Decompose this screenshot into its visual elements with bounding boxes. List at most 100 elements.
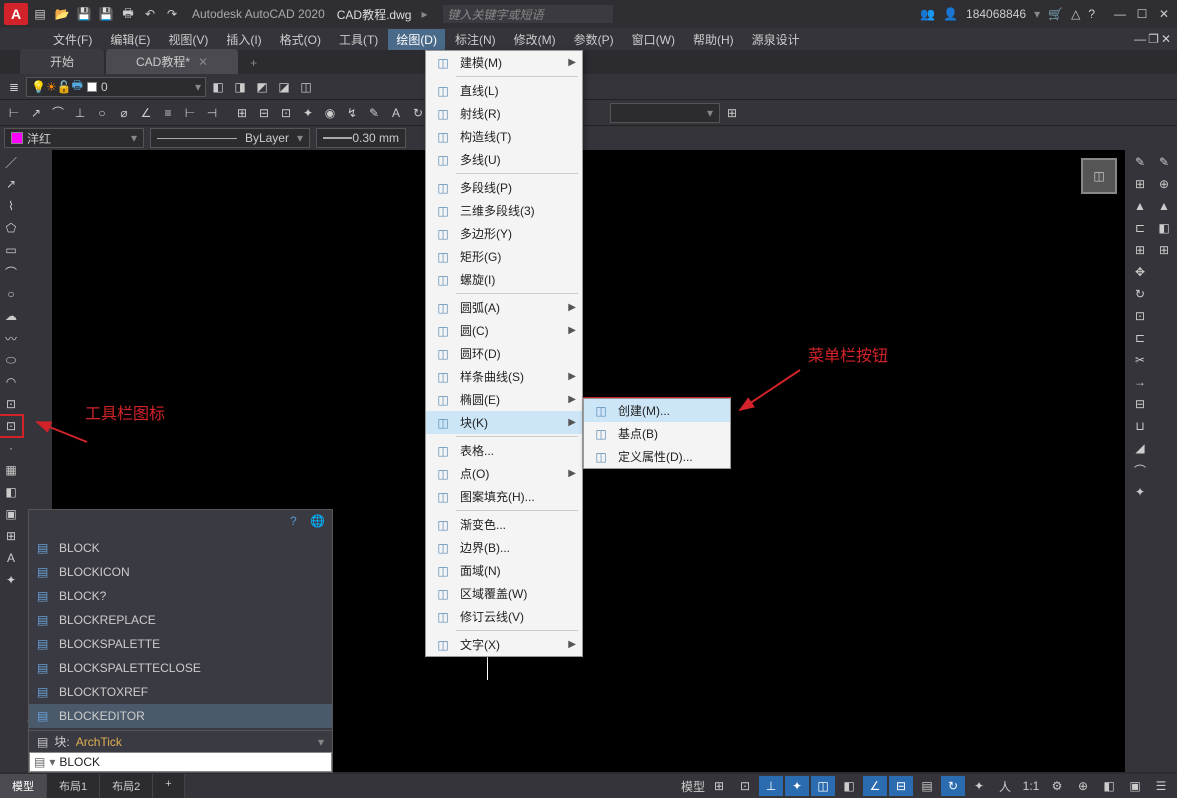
mdi-min-icon[interactable]: — <box>1134 32 1146 46</box>
undo-icon[interactable]: ↶ <box>142 6 158 22</box>
app-icon[interactable]: △ <box>1071 7 1080 21</box>
menu-view[interactable]: 视图(V) <box>160 29 216 50</box>
menu-item[interactable]: ◫圆环(D) <box>426 342 582 365</box>
sb-ortho-icon[interactable]: ⊥ <box>759 776 783 796</box>
menu-item[interactable]: ◫边界(B)... <box>426 536 582 559</box>
sb-3dosnap-icon[interactable]: ◧ <box>837 776 861 796</box>
dim-insp-icon[interactable]: ◉ <box>320 103 340 123</box>
cmd-suggestion[interactable]: ▤BLOCKICON <box>29 560 332 584</box>
layer-btn2[interactable]: ◨ <box>230 77 250 97</box>
sb-hw-icon[interactable]: ◧ <box>1097 776 1121 796</box>
cmd-help-icon[interactable]: ? <box>290 514 306 530</box>
extend-icon[interactable]: → <box>1129 372 1151 392</box>
saveas-icon[interactable]: 💾 <box>98 6 114 22</box>
dim-cont-icon[interactable]: ⊣ <box>202 103 222 123</box>
hatch-icon[interactable]: ▦ <box>0 460 22 480</box>
table-icon[interactable]: ⊞ <box>0 526 22 546</box>
rotate-icon[interactable]: ↻ <box>1129 284 1151 304</box>
dim-style-icon[interactable]: ⊞ <box>722 103 742 123</box>
menu-draw[interactable]: 绘图(D) <box>388 29 445 50</box>
menu-item[interactable]: ◫直线(L) <box>426 79 582 102</box>
erase-icon[interactable]: ✎ <box>1129 152 1151 172</box>
sb-gear-icon[interactable]: ⚙ <box>1045 776 1069 796</box>
sb-tab-add[interactable]: + <box>153 774 184 798</box>
layer-props-icon[interactable]: ≣ <box>4 77 24 97</box>
menu-item[interactable]: ◫螺旋(I) <box>426 268 582 291</box>
help-icon[interactable]: ? <box>1088 7 1095 21</box>
sb-tab-model[interactable]: 模型 <box>0 774 47 798</box>
pline-icon[interactable]: ⌇ <box>0 196 22 216</box>
dim-jog-icon[interactable]: ↯ <box>342 103 362 123</box>
arc-icon[interactable]: ⌒ <box>0 262 22 282</box>
mirror-icon[interactable]: ▲ <box>1129 196 1151 216</box>
menu-item[interactable]: ◫图案填充(H)... <box>426 485 582 508</box>
cmd-suggestion[interactable]: ▤BLOCKEDITOR <box>29 704 332 728</box>
layer-btn3[interactable]: ◩ <box>252 77 272 97</box>
dim-break-icon[interactable]: ⊟ <box>254 103 274 123</box>
block-icon[interactable]: ⊡ <box>0 416 22 436</box>
sb-iso-icon[interactable]: ⊕ <box>1071 776 1095 796</box>
menu-param[interactable]: 参数(P) <box>566 29 622 50</box>
rect-icon[interactable]: ▭ <box>0 240 22 260</box>
submenu-item[interactable]: ◫基点(B) <box>584 422 730 445</box>
r2-1[interactable]: ✎ <box>1153 152 1175 172</box>
menu-window[interactable]: 窗口(W) <box>624 29 683 50</box>
cmd-suggestion[interactable]: ▤BLOCKSPALETTE <box>29 632 332 656</box>
menu-item[interactable]: ◫表格... <box>426 439 582 462</box>
menu-item[interactable]: ◫块(K)▶ <box>426 411 582 434</box>
new-icon[interactable]: ▤ <box>32 6 48 22</box>
menu-dim[interactable]: 标注(N) <box>447 29 504 50</box>
sb-tab-layout2[interactable]: 布局2 <box>100 774 153 798</box>
menu-item[interactable]: ◫多线(U) <box>426 148 582 171</box>
menu-help[interactable]: 帮助(H) <box>685 29 742 50</box>
open-icon[interactable]: 📂 <box>54 6 70 22</box>
menu-item[interactable]: ◫圆(C)▶ <box>426 319 582 342</box>
polygon-icon[interactable]: ⬠ <box>0 218 22 238</box>
menu-item[interactable]: ◫建模(M)▶ <box>426 51 582 74</box>
menu-item[interactable]: ◫文字(X)▶ <box>426 633 582 656</box>
redo-icon[interactable]: ↷ <box>164 6 180 22</box>
cmd-suggestion[interactable]: ▤BLOCK? <box>29 584 332 608</box>
min-button[interactable]: — <box>1111 7 1129 21</box>
offset-icon[interactable]: ⊏ <box>1129 218 1151 238</box>
chamfer-icon[interactable]: ◢ <box>1129 438 1151 458</box>
menu-insert[interactable]: 插入(I) <box>218 29 269 50</box>
menu-item[interactable]: ◫渐变色... <box>426 513 582 536</box>
menu-item[interactable]: ◫构造线(T) <box>426 125 582 148</box>
dim-ang-icon[interactable]: ∠ <box>136 103 156 123</box>
tab-close-icon[interactable]: ✕ <box>198 55 208 69</box>
sb-annomon-icon[interactable]: ✦ <box>967 776 991 796</box>
cmd-suggestion[interactable]: ▤BLOCKTOXREF <box>29 680 332 704</box>
sb-clean-icon[interactable]: ▣ <box>1123 776 1147 796</box>
tab-start[interactable]: 开始 <box>20 49 104 74</box>
sb-osnap-icon[interactable]: ◫ <box>811 776 835 796</box>
menu-item[interactable]: ◫圆弧(A)▶ <box>426 296 582 319</box>
menu-format[interactable]: 格式(O) <box>272 29 329 50</box>
explode-icon[interactable]: ✦ <box>1129 482 1151 502</box>
linetype-combo[interactable]: ByLayer ▾ <box>150 128 310 148</box>
cmd-suggestion[interactable]: ▤BLOCK <box>29 536 332 560</box>
menu-item[interactable]: ◫多边形(Y) <box>426 222 582 245</box>
signin-icon[interactable]: 👥 <box>920 7 935 21</box>
dim-aligned-icon[interactable]: ↗ <box>26 103 46 123</box>
menu-modify[interactable]: 修改(M) <box>506 29 564 50</box>
ellipse-icon[interactable]: ⬭ <box>0 350 22 370</box>
sb-tab-layout1[interactable]: 布局1 <box>47 774 100 798</box>
lineweight-combo[interactable]: 0.30 mm <box>316 128 406 148</box>
sb-anno-icon[interactable]: 人 <box>993 776 1017 796</box>
sb-scale[interactable]: 1:1 <box>1019 776 1043 796</box>
dim-center-icon[interactable]: ✦ <box>298 103 318 123</box>
layer-combo[interactable]: 💡 ☀ 🔓 🖶 0 ▾ <box>26 77 206 97</box>
mdi-close-icon[interactable]: ✕ <box>1161 32 1171 46</box>
scale-icon[interactable]: ⊡ <box>1129 306 1151 326</box>
dim-base-icon[interactable]: ⊢ <box>180 103 200 123</box>
tab-add[interactable]: + <box>240 52 267 74</box>
sb-cycle-icon[interactable]: ↻ <box>941 776 965 796</box>
sb-snap-icon[interactable]: ⊡ <box>733 776 757 796</box>
sb-custom-icon[interactable]: ☰ <box>1149 776 1173 796</box>
menu-edit[interactable]: 编辑(E) <box>102 29 158 50</box>
dim-dia-icon[interactable]: ⌀ <box>114 103 134 123</box>
ellipse-arc-icon[interactable]: ◠ <box>0 372 22 392</box>
menu-item[interactable]: ◫区域覆盖(W) <box>426 582 582 605</box>
dim-tol-icon[interactable]: ⊡ <box>276 103 296 123</box>
